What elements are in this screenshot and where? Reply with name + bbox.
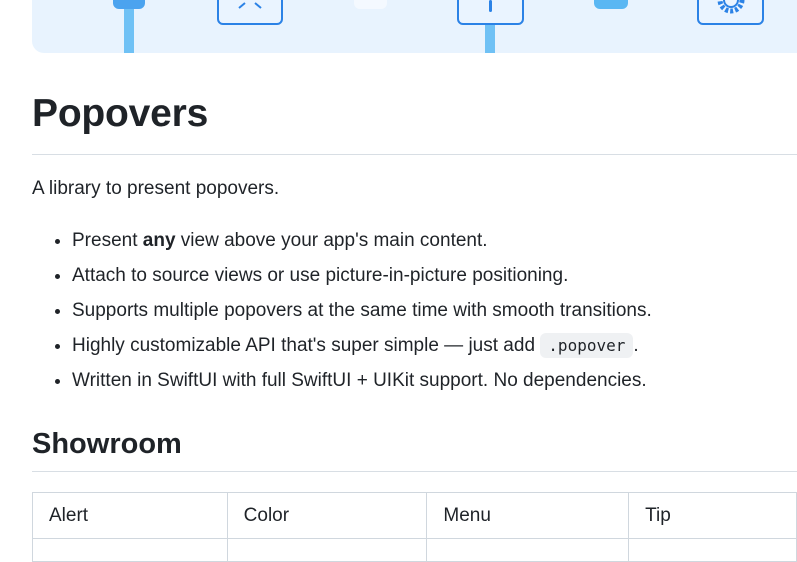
popover-tile-icon	[217, 0, 283, 25]
feature-item: Attach to source views or use picture-in…	[72, 263, 652, 298]
showroom-divider	[32, 471, 797, 472]
feature-text: Highly customizable API that's super sim…	[72, 335, 541, 356]
showroom-heading: Showroom	[32, 428, 182, 460]
feature-text: Present	[72, 230, 143, 251]
feature-list: Present any view above your app's main c…	[32, 228, 652, 403]
intro-text: A library to present popovers.	[32, 178, 280, 199]
inline-code: .popover	[540, 333, 634, 358]
table-header-row: Alert Color Menu Tip	[32, 492, 797, 539]
gear-tile	[697, 0, 764, 25]
column-header-menu: Menu	[426, 492, 630, 539]
table-cell	[226, 538, 428, 562]
feature-text: .	[633, 335, 639, 356]
popover-pill-icon	[113, 0, 145, 9]
chevron-icon	[238, 2, 262, 9]
table-cell	[32, 538, 228, 562]
feature-item: Supports multiple popovers at the same t…	[72, 298, 652, 333]
popover-pill-icon	[354, 0, 387, 9]
column-header-alert: Alert	[32, 492, 228, 539]
column-header-tip: Tip	[628, 492, 797, 539]
feature-item: Highly customizable API that's super sim…	[72, 333, 652, 368]
table-row	[32, 538, 797, 562]
gear-icon	[717, 0, 745, 14]
popover-pill-icon	[594, 0, 628, 9]
feature-emphasis: any	[142, 230, 176, 251]
feature-text: view above your app's main content.	[175, 230, 488, 251]
header-banner	[32, 0, 797, 53]
page-title: Popovers	[32, 92, 209, 135]
feature-item: Present any view above your app's main c…	[72, 228, 652, 263]
feature-item: Written in SwiftUI with full SwiftUI + U…	[72, 368, 652, 403]
column-header-color: Color	[226, 492, 428, 539]
showroom-table: Alert Color Menu Tip	[32, 492, 797, 562]
popover-tile-icon	[457, 0, 524, 25]
title-divider	[32, 154, 797, 155]
table-cell	[426, 538, 630, 562]
table-cell	[628, 538, 797, 562]
